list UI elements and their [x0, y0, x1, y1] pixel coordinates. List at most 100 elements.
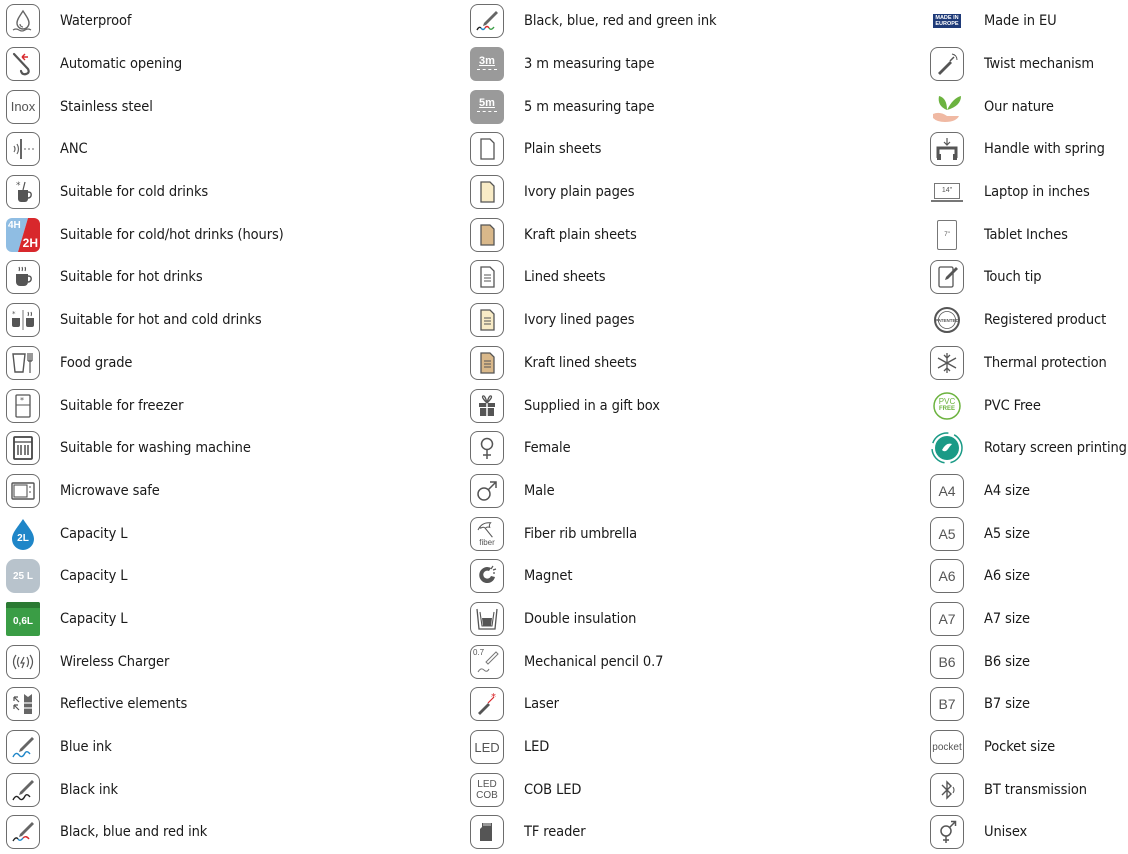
icon-text: fiber — [479, 537, 495, 547]
icon-text: PATENTED — [935, 317, 959, 323]
feature-label: A7 size — [984, 610, 1030, 627]
feature-label: B6 size — [984, 653, 1030, 670]
feature-item-capacity-badge: 25 L Capacity L — [6, 555, 446, 598]
feature-item-cold-hot-hours: 4H 2H Suitable for cold/hot drinks (hour… — [6, 213, 446, 256]
inox-icon: Inox — [6, 89, 40, 124]
fiber-umbrella-icon: fiber — [470, 516, 504, 551]
feature-item-laser: * Laser — [470, 683, 910, 726]
feature-label: Suitable for cold drinks — [60, 184, 209, 201]
feature-label: A6 size — [984, 568, 1030, 585]
feature-label: Black, blue, red and green ink — [524, 13, 717, 30]
feature-label: A4 size — [984, 482, 1030, 499]
feature-item-multi-ink: Black, blue and red ink — [6, 811, 446, 854]
feature-item-kraft-lined: Kraft lined sheets — [470, 342, 910, 385]
feature-item-a4: A4 A4 size — [930, 470, 1128, 513]
icon-text: B7 — [938, 696, 956, 713]
feature-item-lined-sheets: Lined sheets — [470, 256, 910, 299]
feature-item-a6: A6 A6 size — [930, 555, 1128, 598]
tf-card-icon — [470, 815, 504, 850]
snowflake-icon — [930, 345, 964, 380]
icon-text-bottom: 2H — [22, 235, 38, 250]
feature-item-cold-drinks: * Suitable for cold drinks — [6, 171, 446, 214]
feature-item-black-ink: Black ink — [6, 768, 446, 811]
feature-item-female: Female — [470, 427, 910, 470]
feature-label: Suitable for washing machine — [60, 440, 251, 457]
feature-label: Suitable for cold/hot drinks (hours) — [60, 226, 284, 243]
capacity-drop-icon: 2L — [6, 517, 40, 551]
b6-icon: B6 — [930, 644, 964, 679]
feature-label: Our nature — [984, 98, 1054, 115]
feature-label: Handle with spring — [984, 141, 1105, 158]
feature-label: Female — [524, 440, 571, 457]
feature-label: Mechanical pencil 0.7 — [524, 653, 664, 670]
feature-item-touch-tip: Touch tip — [930, 256, 1128, 299]
feature-item-automatic-opening: Automatic opening — [6, 43, 446, 86]
cob-led-icon: LED COB — [470, 772, 504, 807]
column-1: Waterproof Automatic opening Inox Stainl… — [6, 0, 446, 854]
feature-label: COB LED — [524, 781, 582, 798]
icon-text: Inox — [10, 99, 36, 115]
feature-item-capacity-drop: 2L Capacity L — [6, 512, 446, 555]
bluetooth-icon — [930, 772, 964, 807]
tape-ruler-marks — [477, 68, 497, 73]
icon-text-bottom: FREE — [938, 406, 955, 413]
feature-item-bt: BT transmission — [930, 768, 1128, 811]
feature-item-food-grade: Food grade — [6, 342, 446, 385]
icon-text: LED — [474, 739, 500, 755]
feature-label: Kraft lined sheets — [524, 354, 637, 371]
feature-item-ivory-plain: Ivory plain pages — [470, 171, 910, 214]
kraft-plain-icon — [470, 217, 504, 252]
feature-item-kraft-plain: Kraft plain sheets — [470, 213, 910, 256]
laptop-inch-icon: 14" — [930, 175, 964, 209]
capacity-badge-icon: 25 L — [6, 559, 40, 594]
feature-label: Black, blue and red ink — [60, 824, 208, 841]
pvc-free-text: PVC FREE — [939, 398, 955, 413]
feature-item-hot-drinks: Suitable for hot drinks — [6, 256, 446, 299]
tape-5m-icon: 5m — [470, 89, 504, 124]
feature-item-male: Male — [470, 470, 910, 513]
feature-item-reflective: Reflective elements — [6, 683, 446, 726]
feature-item-double-insulation: Double insulation — [470, 598, 910, 641]
feature-item-washing-machine: Suitable for washing machine — [6, 427, 446, 470]
feature-label: Suitable for freezer — [60, 397, 184, 414]
feature-item-cob-led: LED COB COB LED — [470, 768, 910, 811]
laptop-screen: 14" — [934, 182, 960, 199]
pen-black-icon — [6, 772, 40, 807]
feature-label: Microwave safe — [60, 482, 160, 499]
feature-label: Double insulation — [524, 610, 637, 627]
icon-text-top: LED — [477, 778, 497, 790]
feature-item-a5: A5 A5 size — [930, 512, 1128, 555]
feature-item-made-in-eu: MADE IN EUROPE Made in EU — [930, 0, 1128, 43]
gift-box-icon — [470, 388, 504, 423]
feature-label: Male — [524, 482, 555, 499]
ivory-lined-icon — [470, 303, 504, 338]
plain-sheet-icon — [470, 132, 504, 167]
food-grade-icon — [6, 345, 40, 380]
feature-item-mechanical-pencil: 0.7 Mechanical pencil 0.7 — [470, 640, 910, 683]
feature-item-microwave: Microwave safe — [6, 470, 446, 513]
feature-label: Laser — [524, 696, 559, 713]
rotary-print-icon — [930, 431, 964, 465]
made-in-europe-badge: MADE IN EUROPE — [933, 14, 961, 29]
feature-item-stainless-steel: Inox Stainless steel — [6, 85, 446, 128]
feature-item-laptop-inches: 14" Laptop in inches — [930, 171, 1128, 214]
hot-cold-drink-icon: * — [6, 303, 40, 338]
icon-text: 14" — [941, 187, 953, 195]
reflective-vest-icon — [6, 687, 40, 722]
kraft-lined-icon — [470, 345, 504, 380]
feature-label: Automatic opening — [60, 56, 183, 73]
anc-icon — [6, 132, 40, 167]
feature-item-plain-sheets: Plain sheets — [470, 128, 910, 171]
icon-text: 0,6L — [12, 616, 33, 628]
feature-label: Registered product — [984, 312, 1107, 329]
feature-item-b7: B7 B7 size — [930, 683, 1128, 726]
lined-sheet-icon — [470, 260, 504, 295]
feature-label: Kraft plain sheets — [524, 226, 637, 243]
icon-text: 25 L — [12, 570, 33, 582]
a4-icon: A4 — [930, 473, 964, 508]
pvc-free-icon: PVC FREE — [930, 389, 964, 423]
double-insulation-icon — [470, 601, 504, 636]
patented-icon: PATENTED — [930, 303, 964, 337]
pen-multi-icon — [6, 815, 40, 850]
icon-text-top: PVC — [938, 397, 956, 407]
